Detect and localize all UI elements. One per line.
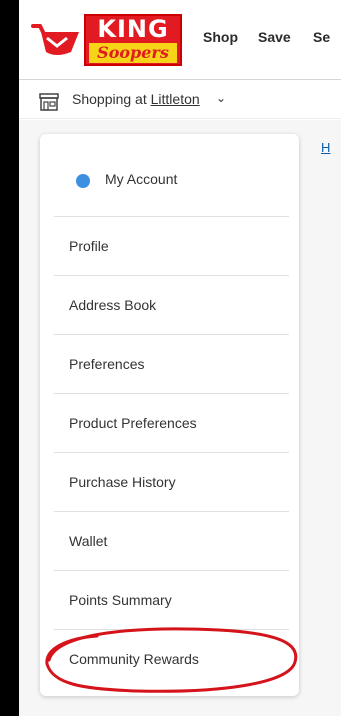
app-frame: KING Soopers Shop Save Se Shopping at Li… (16, 0, 341, 716)
red-circle-annotation (45, 627, 298, 693)
